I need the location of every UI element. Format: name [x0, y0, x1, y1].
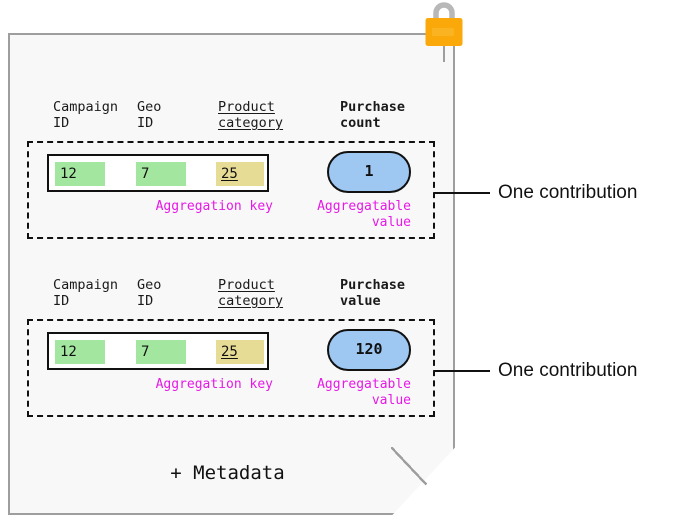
key-cell-geo-id-2: 7 [136, 340, 186, 364]
column-header-campaign-id-2: Campaign ID [53, 277, 119, 309]
aggregatable-value-annotation-2: Aggregatable value [317, 377, 411, 408]
callout-label-2: One contribution [498, 360, 638, 381]
key-cell-campaign-id-2: 12 [55, 340, 105, 364]
key-cell-product-category: 25 [216, 162, 264, 186]
aggregatable-value-oval-1: 1 [327, 151, 411, 193]
key-cell-product-category-2: 25 [216, 340, 264, 364]
column-headers-1: Campaign ID Geo ID Product category Purc… [27, 95, 435, 141]
column-header-purchase-count: Purchase count [340, 99, 406, 131]
callout-leader-line-2 [434, 370, 490, 372]
aggregation-key-annotation-1: Aggregation key [155, 199, 273, 214]
lock-icon [424, 0, 464, 62]
callout-label-1: One contribution [498, 182, 638, 203]
key-cell-campaign-id: 12 [55, 162, 105, 186]
key-cell-geo-id: 7 [136, 162, 186, 186]
metadata-label: + Metadata [170, 462, 285, 484]
aggregation-key-box-2: 12 7 25 [47, 332, 269, 370]
aggregation-key-box-1: 12 7 25 [47, 154, 269, 192]
column-header-purchase-value: Purchase value [340, 277, 406, 309]
column-header-geo-id: Geo ID [137, 99, 162, 131]
aggregatable-value-annotation-1: Aggregatable value [317, 199, 411, 230]
column-header-product-category-2: Product category [218, 277, 284, 309]
contribution-group-2: Campaign ID Geo ID Product category Purc… [27, 273, 435, 417]
column-headers-2: Campaign ID Geo ID Product category Purc… [27, 273, 435, 319]
contribution-boundary-1: 12 7 25 1 Aggregation key Aggregatable v… [27, 141, 435, 239]
contribution-group-1: Campaign ID Geo ID Product category Purc… [27, 95, 435, 239]
column-header-campaign-id: Campaign ID [53, 99, 119, 131]
column-header-product-category: Product category [218, 99, 284, 131]
callout-leader-line-1 [434, 192, 490, 194]
column-header-geo-id-2: Geo ID [137, 277, 162, 309]
aggregation-key-annotation-2: Aggregation key [155, 377, 273, 392]
contribution-boundary-2: 12 7 25 120 Aggregation key Aggregatable… [27, 319, 435, 417]
aggregatable-value-oval-2: 120 [327, 329, 411, 371]
